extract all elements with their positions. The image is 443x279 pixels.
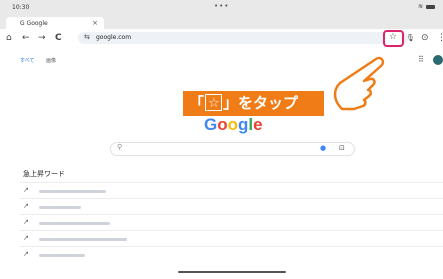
tab-google[interactable]: G Google × <box>6 17 104 29</box>
wifi-icon: ≋ <box>417 3 423 10</box>
tab-close-icon[interactable]: × <box>92 19 98 27</box>
address-bar[interactable]: ⇆ google.com <box>78 32 408 44</box>
trending-text-redacted <box>39 254 85 257</box>
menu-icon[interactable]: ⋮ <box>437 31 443 45</box>
trending-item[interactable]: ↗ <box>23 234 443 244</box>
trending-divider <box>20 182 443 183</box>
trending-divider <box>20 230 443 231</box>
trending-item[interactable]: ↗ <box>23 250 443 260</box>
google-logo: Google <box>204 115 263 135</box>
site-settings-icon[interactable]: ⇆ <box>84 33 90 41</box>
google-home-page: すべて 画像 ⠿ 「☆ 」をタップ Google ⚲ ● ⊡ 急上昇ワード ↗ ↗ ↗… <box>0 47 443 279</box>
lens-icon[interactable]: ⊡ <box>339 144 345 152</box>
back-icon[interactable]: ← <box>22 31 30 45</box>
status-bar: 10:30 ••• ≋ <box>0 0 443 14</box>
bookmark-star-button[interactable]: ☆ <box>383 30 404 47</box>
nav-all[interactable]: すべて <box>20 58 34 64</box>
trending-divider <box>20 214 443 215</box>
history-icon[interactable]: ⊙ <box>421 31 429 45</box>
trending-divider <box>20 198 443 199</box>
status-time: 10:30 <box>12 4 30 11</box>
trending-arrow-icon: ↗ <box>23 218 29 226</box>
browser-window: 10:30 ••• ≋ G Google × + ⌂ ← → C ⇆ googl… <box>0 0 443 279</box>
trending-text-redacted <box>39 190 106 193</box>
reload-icon[interactable]: C <box>55 31 62 45</box>
voice-search-icon[interactable]: ● <box>320 144 326 152</box>
logo-letter: e <box>253 115 263 134</box>
apps-grid-icon[interactable]: ⠿ <box>418 55 424 64</box>
trending-item[interactable]: ↗ <box>23 202 443 212</box>
multitask-dots[interactable]: ••• <box>214 2 229 10</box>
trending-arrow-icon: ↗ <box>23 186 29 194</box>
callout-suffix: 」をタップ <box>223 94 299 112</box>
battery-icon <box>426 5 435 9</box>
trending-arrow-icon: ↗ <box>23 234 29 242</box>
logo-letter: o <box>217 115 228 134</box>
logo-letter: g <box>238 115 249 134</box>
home-indicator[interactable] <box>178 271 286 273</box>
url-text[interactable]: google.com <box>96 34 131 41</box>
trending-text-redacted <box>39 238 127 241</box>
forward-icon[interactable]: → <box>38 31 46 45</box>
home-icon[interactable]: ⌂ <box>6 31 12 45</box>
trending-text-redacted <box>39 222 110 225</box>
trending-arrow-icon: ↗ <box>23 250 29 258</box>
instruction-callout: 「☆ 」をタップ <box>183 91 324 116</box>
logo-letter: G <box>204 115 218 134</box>
star-icon: ☆ <box>389 32 398 42</box>
pointing-hand-icon <box>333 56 385 111</box>
trending-divider <box>20 246 443 247</box>
trending-item[interactable]: ↗ <box>23 186 443 196</box>
avatar[interactable] <box>433 55 443 65</box>
search-icon: ⚲ <box>117 143 123 151</box>
mic-icon[interactable]: 🎙 <box>406 31 415 45</box>
nav-images[interactable]: 画像 <box>46 58 56 64</box>
tab-title: G Google <box>20 20 48 27</box>
logo-letter: o <box>227 115 239 134</box>
trending-text-redacted <box>39 206 81 209</box>
trending-item[interactable]: ↗ <box>23 218 443 228</box>
callout-prefix: 「 <box>189 94 205 112</box>
trending-arrow-icon: ↗ <box>23 202 29 210</box>
callout-star-icon: ☆ <box>205 94 223 111</box>
toolbar: ⌂ ← → C ⇆ google.com ☆ 🎙 ⊙ ⋮ <box>0 29 443 47</box>
search-bar[interactable]: ⚲ ● ⊡ <box>110 142 355 156</box>
trending-heading: 急上昇ワード <box>23 170 65 178</box>
google-nav: すべて 画像 <box>20 57 56 64</box>
tab-strip: G Google × + <box>0 14 443 39</box>
